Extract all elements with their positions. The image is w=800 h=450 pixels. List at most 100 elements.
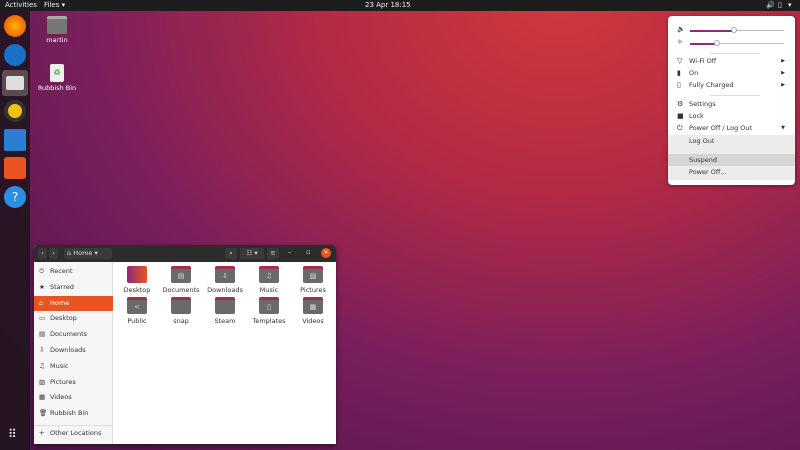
back-button[interactable]: ‹ [38,248,47,259]
grid-icon[interactable]: ⠿ [8,427,17,441]
sidebar-item-pictures[interactable]: ▨ Pictures [34,375,113,390]
sidebar-item-label: Recent [50,267,73,275]
files-window: ‹ › ⌂ Home ▾ ⌕ ☷ ▾ ≡ – ▫ ✕ ⏲ Recent ★ Starr… [34,245,336,444]
menu-item-bluetooth[interactable]: ▮ On ▶ [668,67,795,79]
software-icon[interactable] [4,157,26,179]
power-icon[interactable]: ▾ [788,1,792,9]
recent-icon: ⏲ [39,267,45,275]
folder-label: snap [173,317,189,325]
folder-label: Music [259,286,279,294]
sidebar-item-other-locations[interactable]: + Other Locations [34,425,113,440]
hamburger-icon: ≡ [270,249,276,257]
folder-label: Downloads [207,286,243,294]
label: Power Off / Log Out [689,124,753,132]
firefox-icon[interactable] [4,15,26,37]
sidebar-item-documents[interactable]: ▤ Documents [34,327,113,342]
folder-templates[interactable]: ▯ Templates [248,297,290,325]
sidebar-item-label: Downloads [50,346,86,354]
pictures-icon: ▨ [39,377,46,386]
volume-icon: 🔈 [677,25,686,33]
folder-icon: ▯ [259,297,279,314]
sidebar-item-desktop[interactable]: ▭ Desktop [34,311,113,326]
menu-item-lock[interactable]: ■ Lock [668,110,795,122]
folder-documents[interactable]: ▤ Documents [160,266,202,294]
sidebar-item-music[interactable]: ♫ Music [34,359,113,374]
system-menu: 🔈 ☼ ▽ Wi-Fi Off ▶ ▮ On ▶ ▯ Fully Charged ▶ ⚙ Se… [668,16,795,185]
sidebar-item-label: Rubbish Bin [50,409,89,418]
folder-pictures[interactable]: ▨ Pictures [292,266,334,294]
sidebar-item-videos[interactable]: ▦ Videos [34,390,113,405]
sidebar-item-label: Pictures [50,377,76,386]
sidebar-item-starred[interactable]: ★ Starred [34,280,113,295]
menu-item-wifi[interactable]: ▽ Wi-Fi Off ▶ [668,55,795,67]
maximize-button[interactable]: ▫ [306,248,311,256]
sidebar-item-label: Desktop [50,314,77,323]
sidebar-item-downloads[interactable]: ⇩ Downloads [34,343,113,358]
videos-icon: ▦ [39,393,46,402]
desktop-icon: ▭ [39,314,46,323]
dock: ? ⠿ [0,11,30,450]
folder-downloads[interactable]: ⇩ Downloads [204,266,246,294]
menu-item-settings[interactable]: ⚙ Settings [668,98,795,110]
folder-videos[interactable]: ▦ Videos [292,297,334,325]
folder-label: Public [127,317,147,325]
files-icon[interactable] [2,70,28,96]
help-icon[interactable]: ? [4,186,26,208]
menu-item-suspend[interactable]: Suspend [668,154,795,166]
folder-label: Pictures [300,286,326,294]
sidebar-item-rubbish-bin[interactable]: 🗑 Rubbish Bin [34,406,113,421]
sidebar-item-label: Starred [50,282,74,291]
label: On [689,69,699,77]
menu-item-power-off[interactable]: Power Off… [668,166,795,178]
documents-icon: ▤ [39,330,46,339]
label: Fully Charged [689,81,734,89]
header-bar: ‹ › ⌂ Home ▾ ⌕ ☷ ▾ ≡ – ▫ ✕ [34,245,336,262]
sidebar-item-recent[interactable]: ⏲ Recent [34,264,113,279]
desktop-item-label: martin [46,36,68,44]
desktop-item-trash[interactable]: ♻ Rubbish Bin [37,64,77,92]
menu-item-battery[interactable]: ▯ Fully Charged ▶ [668,79,795,91]
search-button[interactable]: ⌕ [225,248,237,259]
brightness-slider[interactable] [690,40,784,46]
menu-button[interactable]: ≡ [267,248,279,259]
folder-music[interactable]: ♫ Music [248,266,290,294]
writer-icon[interactable] [4,129,26,151]
sidebar-item-label: Other Locations [50,429,102,437]
clock[interactable]: 23 Apr 18:15 [365,1,411,9]
home-icon: ⌂ [39,298,44,307]
desktop-item-home[interactable]: martin [37,16,77,44]
label: Suspend [689,156,718,164]
location-label: Home [73,249,93,257]
folder-icon [127,266,147,283]
sidebar-item-label: Documents [50,330,88,339]
location-button[interactable]: ⌂ Home ▾ [64,248,112,259]
folder-public[interactable]: < Public [116,297,158,325]
bluetooth-icon: ▮ [677,69,681,77]
sidebar-item-home[interactable]: ⌂ Home [34,295,113,311]
folder-steam[interactable]: Steam [204,297,246,325]
view-toggle-button[interactable]: ☷ ▾ [240,248,264,259]
folder-desktop[interactable]: Desktop [116,266,158,294]
menu-item-power[interactable]: ⏻ Power Off / Log Out ▼ [668,122,795,134]
label: Wi-Fi Off [689,57,717,65]
minimize-button[interactable]: – [288,248,292,256]
sidebar-item-label: Music [50,361,69,370]
folder-label: Steam [214,317,236,325]
wifi-icon: ▽ [677,57,683,65]
app-menu[interactable]: Files ▾ [44,1,65,9]
folder-icon: ▤ [171,266,191,283]
folder-icon: ▦ [303,297,323,314]
close-button[interactable]: ✕ [321,248,331,258]
activities-button[interactable]: Activities [5,1,37,9]
battery-icon[interactable]: ▯ [778,1,782,9]
folder-label: Documents [162,286,200,294]
volume-icon[interactable]: 🔊 [766,1,775,9]
folder-snap[interactable]: snap [160,297,202,325]
home-folder-icon [47,16,67,34]
menu-item-log-out[interactable]: Log Out [668,135,795,147]
forward-button[interactable]: › [49,248,58,259]
rhythmbox-icon[interactable] [4,100,26,122]
label: Lock [689,112,704,120]
thunderbird-icon[interactable] [4,44,26,66]
volume-slider[interactable] [690,27,784,33]
